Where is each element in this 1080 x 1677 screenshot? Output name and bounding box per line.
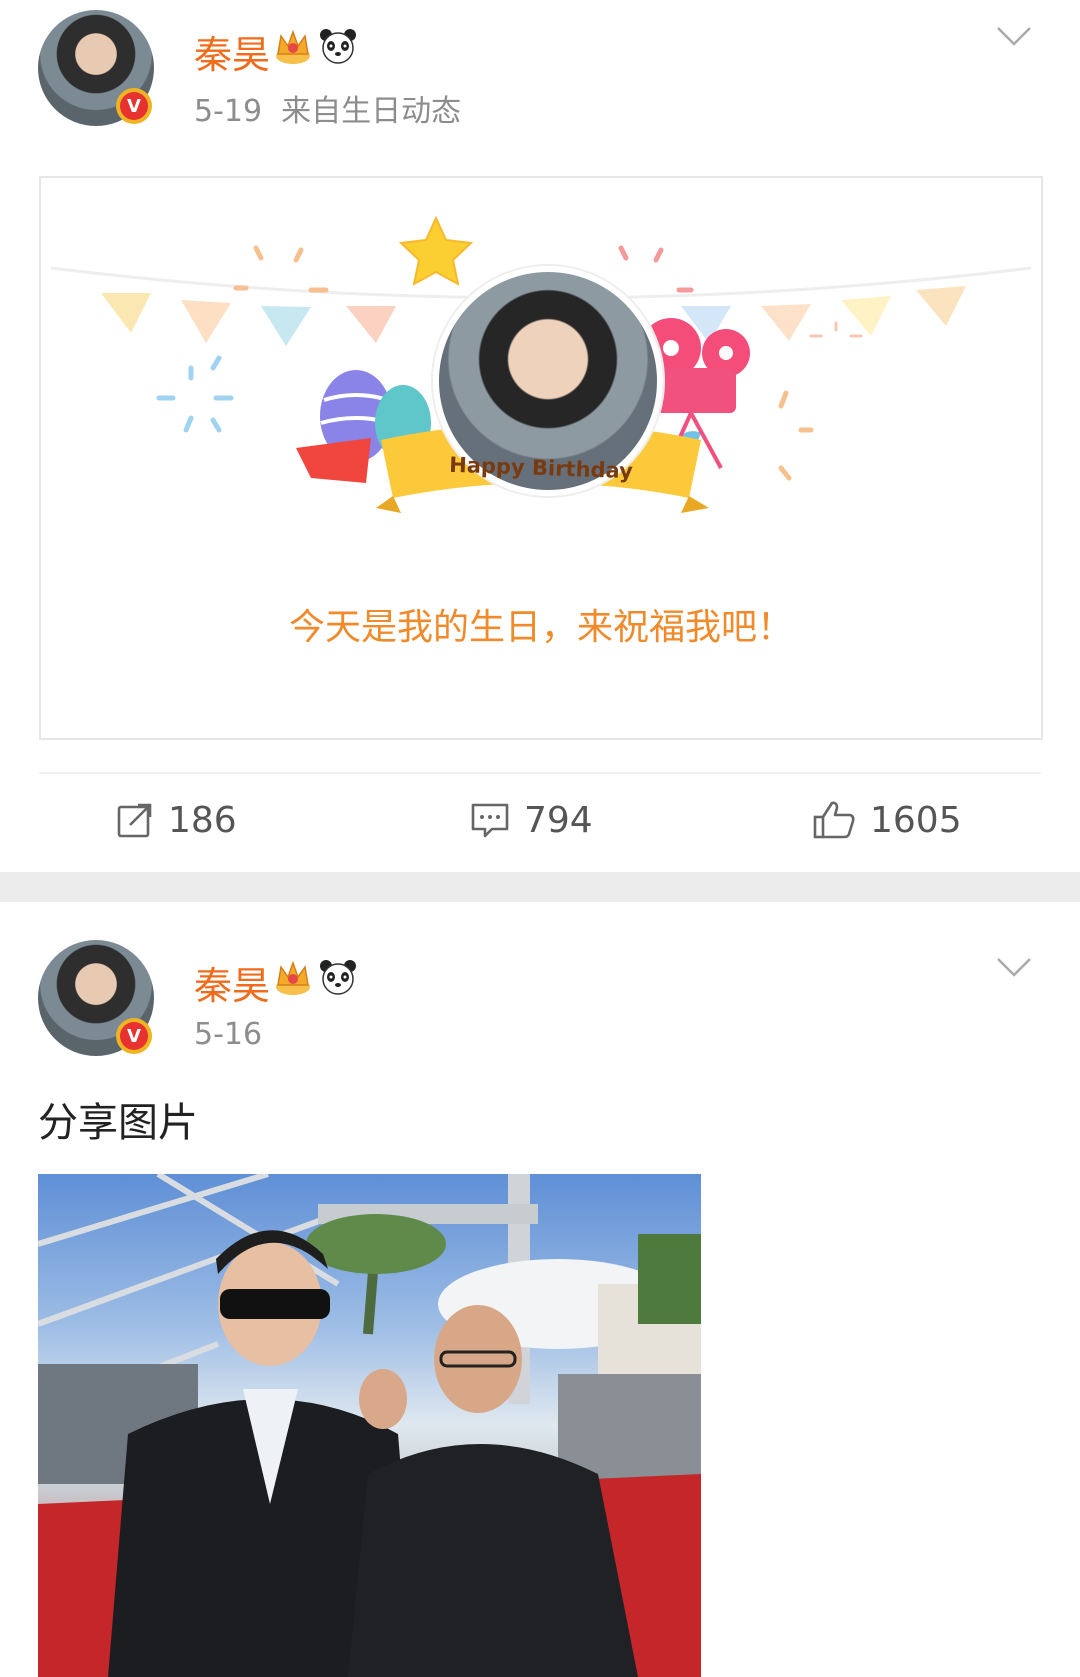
post-date: 5-16 <box>194 1017 263 1052</box>
verified-badge-icon: V <box>116 1018 152 1054</box>
post-source[interactable]: 来自生日动态 <box>281 94 461 129</box>
panda-icon <box>320 29 356 64</box>
repost-button[interactable]: 186 <box>116 798 237 842</box>
author-avatar[interactable]: V <box>38 10 154 126</box>
photo-content <box>38 1174 701 1677</box>
crown-icon <box>276 960 310 995</box>
panda-icon <box>320 960 356 995</box>
post-separator <box>0 872 1080 902</box>
divider <box>39 772 1041 774</box>
repost-icon <box>117 803 152 838</box>
like-icon <box>813 801 855 839</box>
verified-badge-icon: V <box>116 88 152 124</box>
repost-count: 186 <box>168 799 237 841</box>
birthday-card[interactable]: Happy Birthday 今天是我的生日，来祝福我吧！ <box>39 176 1043 740</box>
chevron-down-icon[interactable] <box>996 24 1032 48</box>
weibo-post-birthday: V 秦昊 5-19 来自生日动态 Happy Birthday 今天是我的生日，… <box>0 0 1080 872</box>
author-name[interactable]: 秦昊 <box>194 955 270 1010</box>
post-meta: 5-19 来自生日动态 <box>194 86 461 130</box>
comment-count: 794 <box>524 799 593 841</box>
comment-button[interactable]: 794 <box>470 798 593 842</box>
author-name[interactable]: 秦昊 <box>194 24 270 79</box>
like-button[interactable]: 1605 <box>812 798 962 842</box>
post-date: 5-19 <box>194 94 263 129</box>
birthday-message: 今天是我的生日，来祝福我吧！ <box>288 607 793 648</box>
chevron-down-icon[interactable] <box>996 955 1032 979</box>
post-text: 分享图片 <box>38 1100 198 1146</box>
like-count: 1605 <box>870 799 962 841</box>
comment-icon <box>471 803 509 838</box>
crown-icon <box>276 29 310 64</box>
author-avatar[interactable]: V <box>38 940 154 1056</box>
post-photo[interactable] <box>38 1174 701 1677</box>
